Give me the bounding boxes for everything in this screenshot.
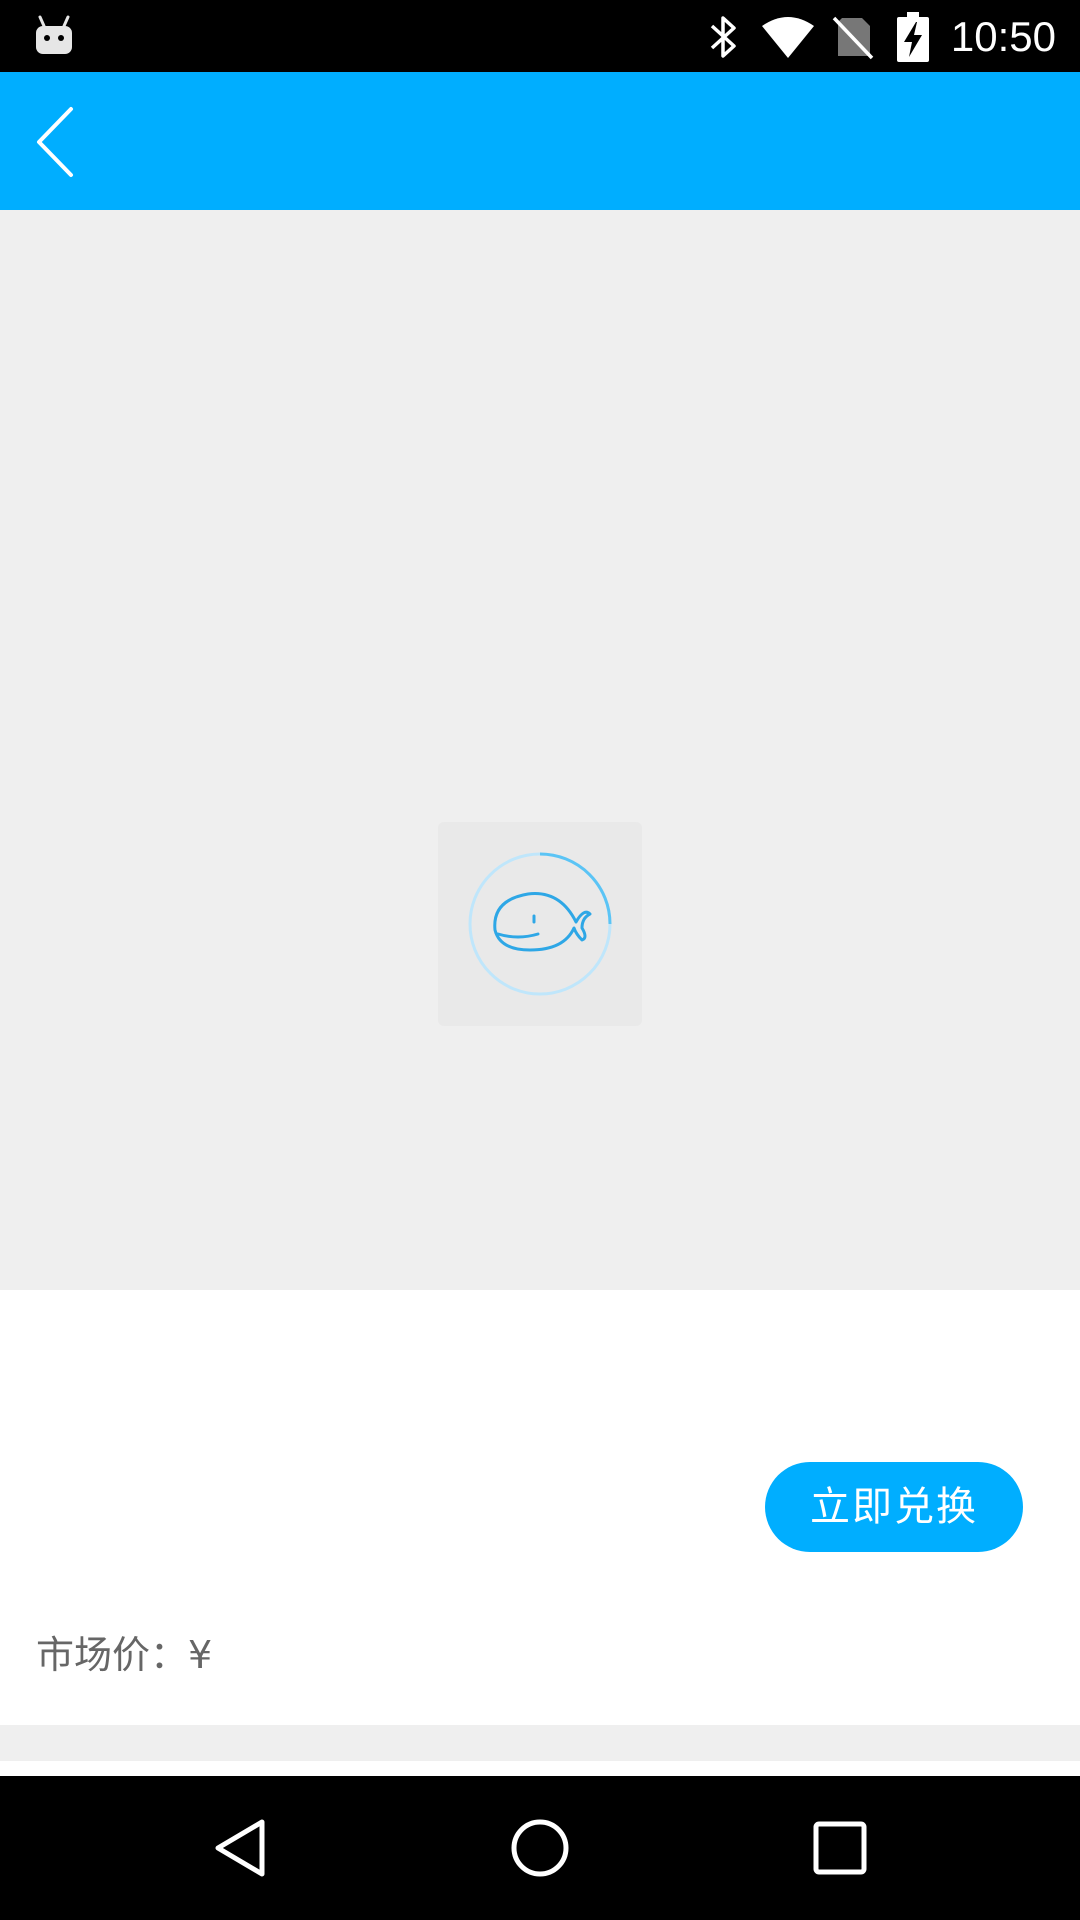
battery-charging-icon <box>897 12 929 62</box>
status-clock: 10:50 <box>950 13 1056 60</box>
chevron-left-icon <box>37 107 73 177</box>
product-info-panel: 立即兑换 市场价：¥ <box>0 1290 1080 1725</box>
status-bar: 10:50 <box>0 0 1080 72</box>
wifi-icon <box>762 17 814 58</box>
app-bar <box>0 72 1080 210</box>
bluetooth-icon <box>710 16 736 58</box>
nav-back-icon[interactable] <box>210 1816 274 1880</box>
next-section-edge <box>0 1761 1080 1776</box>
no-sim-icon <box>832 16 874 60</box>
system-nav-bar <box>0 1776 1080 1920</box>
product-image-area <box>0 210 1080 1290</box>
market-price-label: 市场价：¥ <box>36 1633 213 1677</box>
redeem-now-button[interactable]: 立即兑换 <box>765 1462 1023 1552</box>
loading-indicator <box>438 822 642 1026</box>
nav-recent-icon[interactable] <box>808 1816 872 1880</box>
back-button[interactable] <box>20 100 90 184</box>
whale-loading-spinner-icon <box>468 852 612 996</box>
section-divider <box>0 1725 1080 1761</box>
android-icon <box>36 15 72 54</box>
nav-home-icon[interactable] <box>508 1816 572 1880</box>
